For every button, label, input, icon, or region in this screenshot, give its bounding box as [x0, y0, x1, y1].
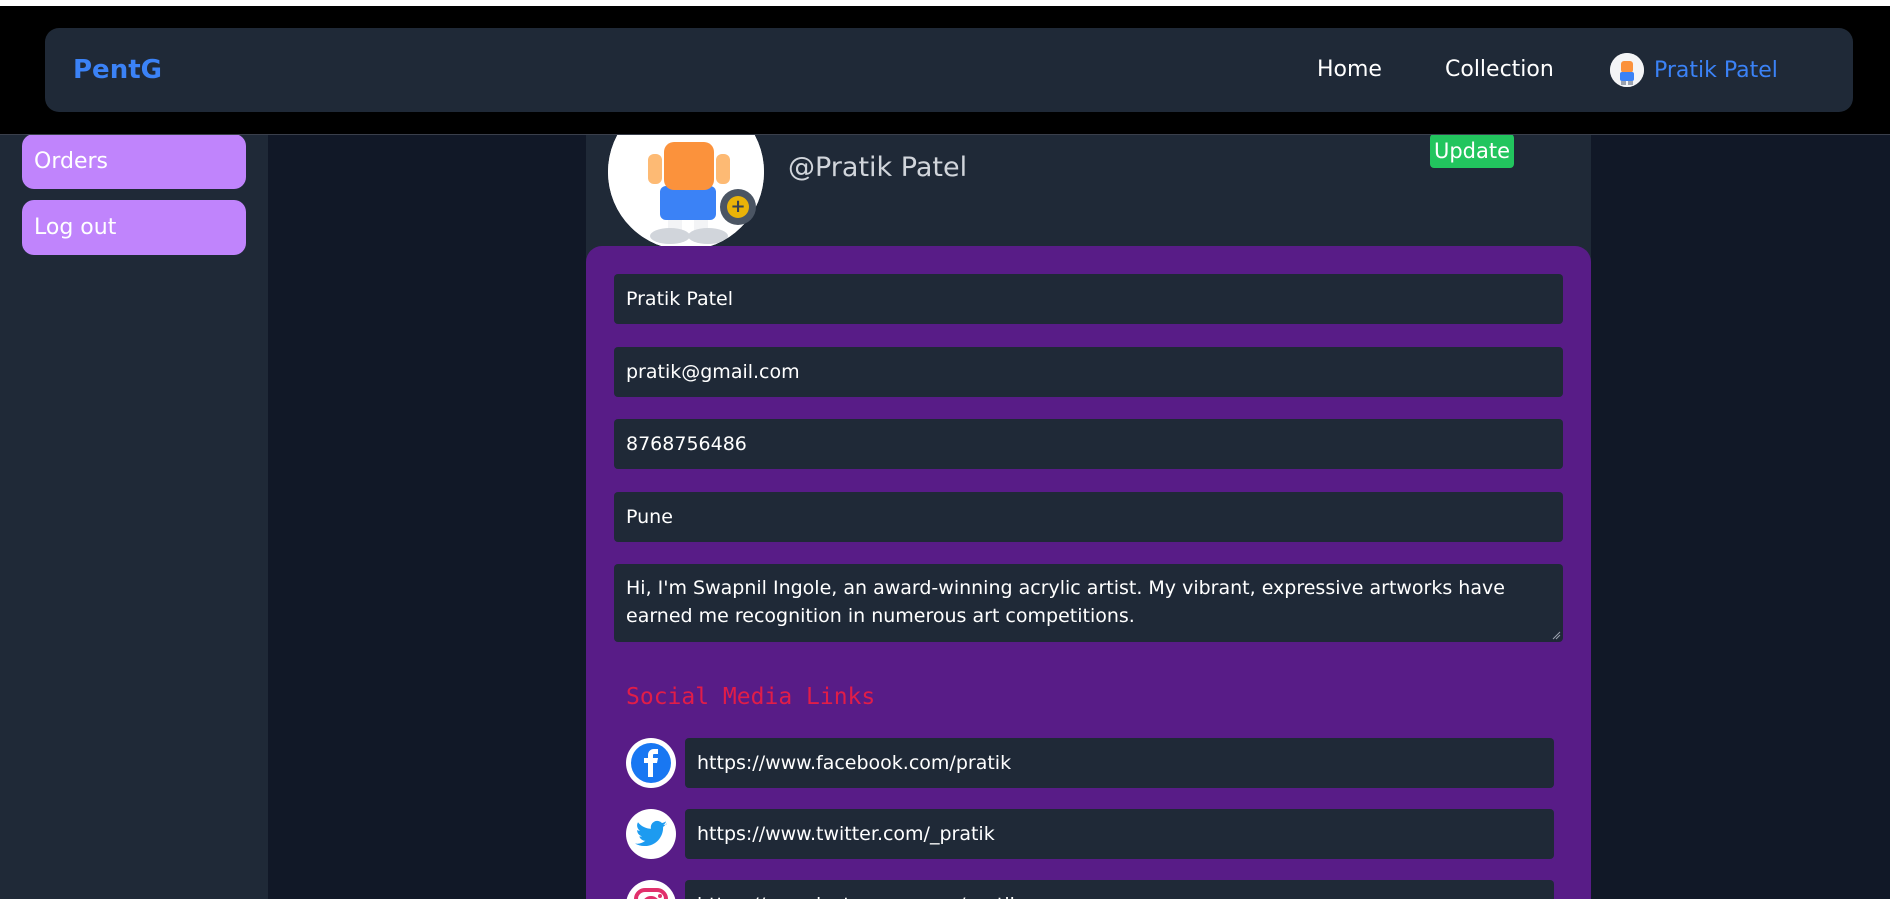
social-row-instagram: https://www.instagram.com/pratik: [626, 880, 1554, 900]
plus-icon: +: [727, 196, 749, 218]
top-nav-bar: PentG Home Collection Pratik Patel: [0, 6, 1890, 135]
social-row-facebook: https://www.facebook.com/pratik: [626, 738, 1554, 788]
brand-logo[interactable]: PentG: [73, 50, 162, 90]
nav-link-home[interactable]: Home: [1317, 50, 1382, 90]
twitter-url-input[interactable]: https://www.twitter.com/_pratik: [685, 809, 1554, 859]
update-button[interactable]: Update: [1430, 134, 1514, 168]
facebook-icon[interactable]: [626, 738, 676, 788]
twitter-icon[interactable]: [626, 809, 676, 859]
bio-text: Hi, I'm Swapnil Ingole, an award-winning…: [626, 577, 1505, 627]
phone-field[interactable]: 8768756486: [614, 419, 1563, 469]
nav-link-collection[interactable]: Collection: [1445, 50, 1554, 90]
sidebar: Orders Log out: [0, 134, 268, 900]
nav-user-menu[interactable]: Pratik Patel: [1610, 50, 1778, 90]
profile-handle: @Pratik Patel: [788, 152, 968, 183]
change-avatar-button[interactable]: +: [720, 189, 756, 225]
nav-user-name: Pratik Patel: [1654, 57, 1778, 83]
facebook-url-input[interactable]: https://www.facebook.com/pratik: [685, 738, 1554, 788]
profile-form: Pratik Patel pratik@gmail.com 8768756486…: [586, 246, 1591, 900]
navbar: PentG Home Collection Pratik Patel: [45, 28, 1853, 112]
social-links-title: Social Media Links: [626, 684, 876, 710]
email-field[interactable]: pratik@gmail.com: [614, 347, 1563, 397]
page: Orders Log out + Pratik Patel @Pratik Pa…: [0, 0, 1890, 900]
instagram-icon[interactable]: [626, 880, 676, 900]
resize-handle-icon[interactable]: [1551, 630, 1561, 640]
city-field[interactable]: Pune: [614, 492, 1563, 542]
bio-textarea[interactable]: Hi, I'm Swapnil Ingole, an award-winning…: [614, 564, 1563, 642]
instagram-url-input[interactable]: https://www.instagram.com/pratik: [685, 880, 1554, 900]
sidebar-item-logout[interactable]: Log out: [22, 200, 246, 255]
sidebar-item-orders[interactable]: Orders: [22, 134, 246, 189]
character-avatar-icon: [1610, 53, 1644, 87]
name-field[interactable]: Pratik Patel: [614, 274, 1563, 324]
social-row-twitter: https://www.twitter.com/_pratik: [626, 809, 1554, 859]
user-avatar: [1610, 53, 1644, 87]
